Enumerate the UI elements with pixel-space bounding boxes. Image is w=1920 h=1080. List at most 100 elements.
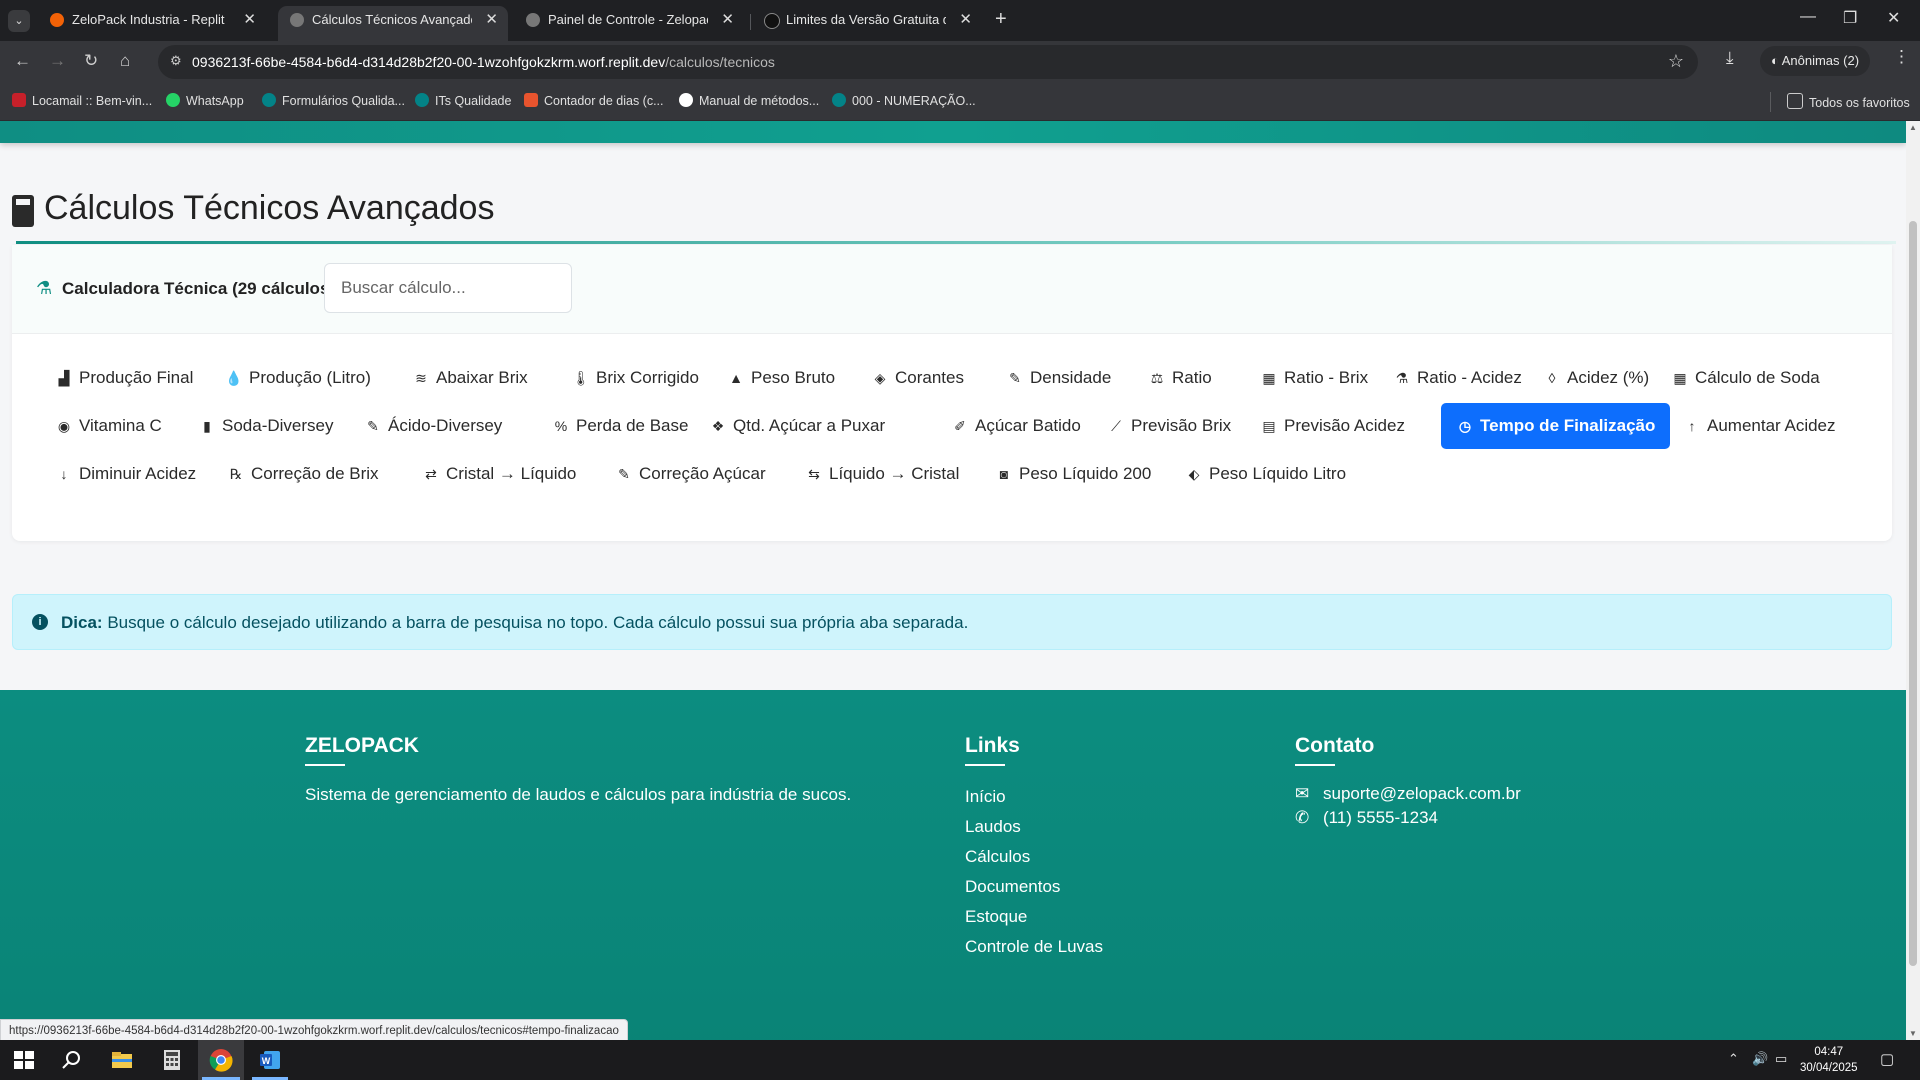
home-icon[interactable]: ⌂ (120, 51, 130, 71)
calc-button[interactable]: ⟋ Previsão Brix (1092, 403, 1246, 449)
calc-button[interactable]: 💧 Produção (Litro) (210, 355, 386, 401)
back-icon[interactable]: ← (14, 51, 31, 71)
minimize-icon[interactable]: — (1800, 8, 1816, 26)
tab-calculos-tecnicos[interactable]: Cálculos Técnicos Avançados - ZeloPack ✕ (278, 6, 508, 41)
calc-button-label: Soda-Diversey (222, 416, 334, 435)
calc-button[interactable]: ▦ Ratio - Brix (1245, 355, 1383, 401)
url-text[interactable]: 0936213f-66be-4584-b6d4-d314d28b2f20-00-… (192, 54, 775, 70)
notifications-icon[interactable]: ▢ (1880, 1050, 1894, 1068)
calc-button[interactable]: 🌡 Brix Corrigido (557, 355, 714, 401)
taskbar-clock[interactable]: 04:47 30/04/2025 (1800, 1044, 1858, 1076)
scrollbar-thumb[interactable] (1909, 221, 1917, 966)
calc-button[interactable]: ⚖ Ratio (1133, 355, 1227, 401)
thermometer-icon: 🌡 (572, 370, 590, 386)
tab-painel-controle[interactable]: Painel de Controle - Zelopack ✕ (514, 6, 744, 41)
tab-label: Painel de Controle - Zelopack (548, 12, 708, 27)
calc-button[interactable]: % Perda de Base (537, 403, 703, 449)
close-icon[interactable]: ✕ (485, 6, 498, 34)
tab-search-button[interactable]: ⌄ (8, 10, 30, 32)
calc-button[interactable]: ▲ Peso Bruto (712, 355, 850, 401)
calculator-app-icon[interactable] (160, 1048, 184, 1072)
footer-link-calculos[interactable]: Cálculos (965, 847, 1030, 867)
bookmark-whatsapp[interactable]: WhatsApp (166, 93, 244, 108)
calc-button[interactable]: ❖ Qtd. Açúcar a Puxar (694, 403, 900, 449)
calc-button[interactable]: ↑ Aumentar Acidez (1668, 403, 1851, 449)
file-explorer-icon[interactable] (110, 1048, 134, 1072)
bookmark-formularios[interactable]: Formulários Qualida... (262, 93, 405, 108)
footer-link-laudos[interactable]: Laudos (965, 817, 1021, 837)
bookmark-numeracao[interactable]: 000 - NUMERAÇÃO... (832, 93, 976, 108)
scroll-up-icon[interactable]: ▲ (1909, 123, 1917, 132)
search-icon[interactable] (60, 1048, 84, 1072)
calc-button[interactable]: ✐ Açúcar Batido (936, 403, 1096, 449)
bookmark-manual-metodos[interactable]: Manual de métodos... (679, 93, 819, 108)
calc-button[interactable]: ▮ Soda-Diversey (183, 403, 349, 449)
search-input[interactable] (324, 263, 572, 313)
google-icon (679, 93, 693, 107)
calc-button[interactable]: ▤ Previsão Acidez (1245, 403, 1420, 449)
bookmark-its-qualidade[interactable]: ITs Qualidade (415, 93, 511, 108)
page-scrollbar[interactable]: ▲ ▼ (1906, 121, 1920, 1040)
page-viewport: Cálculos Técnicos Avançados ⚗ Calculador… (0, 121, 1906, 1040)
chart-bar-icon: ▤ (1262, 418, 1276, 434)
droplet-icon: 💧 (225, 370, 243, 386)
calc-button[interactable]: ▟ Produção Final (40, 355, 208, 401)
download-icon[interactable]: ⤓ (1726, 48, 1734, 68)
new-tab-icon[interactable]: + (995, 8, 1007, 31)
calc-button[interactable]: ✎ Densidade (991, 355, 1126, 401)
restore-icon[interactable]: ❐ (1843, 8, 1857, 28)
calc-button[interactable]: ◈ Corantes (856, 355, 979, 401)
calc-button-label: Cristal → Líquido (446, 464, 577, 483)
battery-icon[interactable]: ▭ (1775, 1051, 1787, 1067)
weight-icon: ▲ (729, 370, 743, 386)
word-icon[interactable]: W (258, 1048, 282, 1072)
all-bookmarks-folder[interactable]: Todos os favoritos (1787, 93, 1910, 110)
calc-button-label: Ratio - Acidez (1417, 368, 1522, 387)
calc-button[interactable]: ≋ Abaixar Brix (397, 355, 543, 401)
windows-taskbar: W ⌃ 🔊 ▭ 04:47 30/04/2025 ▢ (0, 1040, 1920, 1080)
globe-icon (526, 13, 540, 27)
scroll-down-icon[interactable]: ▼ (1909, 1029, 1917, 1038)
edit-icon: ✎ (618, 466, 630, 482)
locamail-icon (12, 93, 26, 107)
footer-link-inicio[interactable]: Início (965, 787, 1006, 807)
windows-start-icon[interactable] (12, 1048, 36, 1072)
close-icon[interactable]: ✕ (243, 6, 256, 34)
menu-icon[interactable]: ⋮ (1893, 47, 1910, 67)
address-bar[interactable]: ⚙ 0936213f-66be-4584-b6d4-d314d28b2f20-0… (158, 45, 1698, 79)
close-icon[interactable]: ✕ (721, 6, 734, 34)
close-icon[interactable]: ✕ (959, 6, 972, 34)
calc-button[interactable]: ◷ Tempo de Finalização (1441, 403, 1671, 449)
volume-icon[interactable]: 🔊 (1752, 1051, 1768, 1067)
calc-button[interactable]: ◙ Peso Líquido 200 (980, 451, 1166, 497)
calc-button-label: Previsão Acidez (1284, 416, 1405, 435)
tray-chevron-icon[interactable]: ⌃ (1728, 1051, 1739, 1067)
footer-link-controle-luvas[interactable]: Controle de Luvas (965, 937, 1103, 957)
bookmark-star-icon[interactable]: ☆ (1668, 51, 1684, 72)
exchange-alt-icon: ⇆ (808, 466, 820, 482)
forward-icon[interactable]: → (49, 51, 66, 71)
bookmark-locamail[interactable]: Locamail :: Bem-vin... (12, 93, 152, 108)
calc-button[interactable]: ▦ Cálculo de Soda (1656, 355, 1835, 401)
reload-icon[interactable]: ↻ (84, 51, 98, 71)
tab-limites-versao[interactable]: Limites da Versão Gratuita do Git ✕ (752, 6, 982, 41)
calc-button[interactable]: ⚗ Ratio - Acidez (1378, 355, 1537, 401)
incognito-profile-chip[interactable]: ◐ Anônimas (2) (1760, 46, 1870, 76)
calc-button[interactable]: ✎ Correção Açúcar (600, 451, 781, 497)
chrome-icon[interactable] (209, 1048, 233, 1072)
replit-icon (50, 13, 64, 27)
calc-button[interactable]: ⇆ Líquido → Cristal (790, 451, 974, 497)
close-window-icon[interactable]: ✕ (1887, 8, 1900, 28)
tab-zelopack-replit[interactable]: ZeloPack Industria - Replit ✕ (38, 6, 266, 41)
calc-button[interactable]: ✎ Ácido-Diversey (349, 403, 517, 449)
calc-button[interactable]: ◊ Acidez (%) (1528, 355, 1664, 401)
calc-button[interactable]: ⇄ Cristal → Líquido (407, 451, 591, 497)
calc-button[interactable]: ⬖ Peso Líquido Litro (1170, 451, 1361, 497)
calc-button[interactable]: ℞ Correção de Brix (212, 451, 394, 497)
footer-link-estoque[interactable]: Estoque (965, 907, 1027, 927)
calc-button[interactable]: ◉ Vitamina C (40, 403, 177, 449)
bookmark-contador-dias[interactable]: Contador de dias (c... (524, 93, 664, 108)
footer-link-documentos[interactable]: Documentos (965, 877, 1060, 897)
site-info-icon[interactable]: ⚙ (170, 53, 182, 69)
calc-button[interactable]: ↓ Diminuir Acidez (40, 451, 211, 497)
